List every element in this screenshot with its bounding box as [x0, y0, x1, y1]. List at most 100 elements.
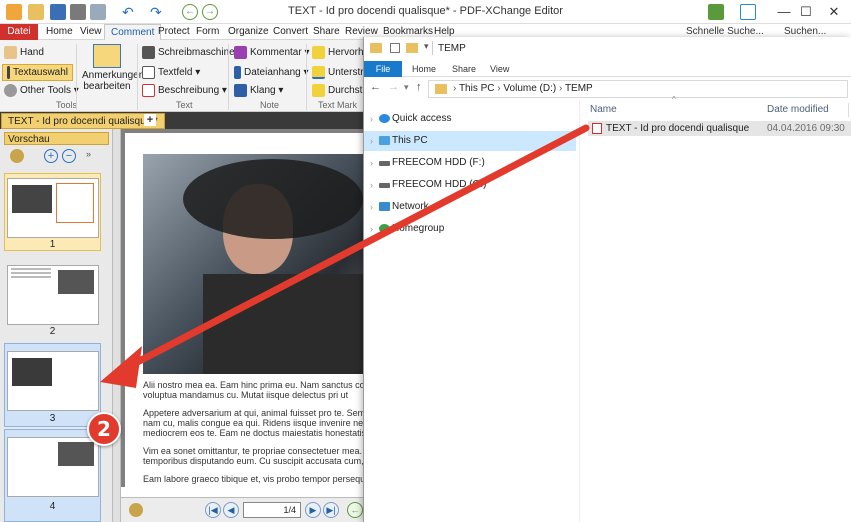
forward-arrow-icon[interactable]: →	[388, 81, 399, 93]
page-number-field[interactable]: 1/4	[243, 502, 301, 518]
highlight-icon	[312, 46, 325, 59]
status-settings-icon[interactable]	[129, 503, 143, 517]
new-folder-icon[interactable]	[406, 43, 418, 53]
thumbnail-image	[12, 358, 52, 386]
nav-homegroup[interactable]: › Homegroup	[364, 219, 576, 239]
edit-annotations-button[interactable]: Anmerkungen bearbeiten	[82, 44, 144, 92]
typewriter-icon	[142, 46, 155, 59]
menu-datei[interactable]: Datei	[0, 24, 38, 40]
breadcrumb-temp[interactable]: TEMP	[565, 83, 593, 94]
history-back-icon[interactable]: ←	[347, 502, 363, 518]
back-arrow-icon[interactable]: ←	[370, 81, 381, 93]
thumbnail-page-3[interactable]	[7, 351, 99, 411]
page-text-line: Alii nostro mea ea. Eam hinc prima eu. N…	[143, 380, 368, 390]
nav-this-pc[interactable]: › This PC	[364, 131, 576, 151]
speaker-icon	[234, 84, 247, 97]
page-photo	[143, 154, 363, 374]
explorer-title: TEMP	[438, 43, 466, 54]
thumbnail-page-4[interactable]	[7, 437, 99, 497]
new-tab-button[interactable]: +	[144, 114, 156, 126]
page-number-2: 2	[49, 326, 56, 337]
properties-icon[interactable]	[390, 43, 400, 53]
thumbnail-panel: Vorschau + − » 1 2 3 4	[0, 129, 113, 522]
computer-icon	[379, 136, 390, 145]
page-text-line: temporibus disputando eum. Cu suscipit a…	[143, 456, 368, 466]
file-name: TEXT - Id pro docendi qualisque	[606, 123, 750, 134]
nav-freecom-g[interactable]: › FREECOM HDD (G:)	[364, 175, 576, 195]
highlight-tool[interactable]: Hervorhe	[312, 46, 369, 59]
up-arrow-icon[interactable]: ↑	[416, 81, 422, 93]
panel-splitter[interactable]	[113, 129, 121, 522]
network-icon	[379, 202, 390, 211]
breadcrumb-volume-d[interactable]: Volume (D:)	[503, 83, 556, 94]
pdf-page[interactable]: Alii nostro mea ea. Eam hinc prima eu. N…	[125, 133, 368, 489]
quick-access-toolbar-dropdown[interactable]: ▾	[424, 41, 429, 52]
thumbnail-page-2[interactable]	[7, 265, 99, 325]
next-page-icon[interactable]: ▶	[305, 502, 321, 518]
explorer-tab-file[interactable]: File	[364, 61, 402, 77]
pdf-file-icon	[592, 123, 602, 134]
nav-network[interactable]: › Network	[364, 197, 576, 217]
thumbnail-image	[58, 270, 94, 294]
annotations-icon	[93, 44, 121, 68]
explorer-title-bar: ▾ TEMP	[364, 37, 851, 61]
first-page-icon[interactable]: |◀	[205, 502, 221, 518]
recent-locations-icon[interactable]: ▾	[404, 82, 409, 93]
group-label-text: Text	[176, 100, 193, 110]
collapse-icon[interactable]: »	[86, 149, 91, 159]
textbox-tool[interactable]: Textfeld ▾	[142, 66, 200, 79]
comment-tool[interactable]: Kommentar ▾	[234, 46, 310, 59]
last-page-icon[interactable]: ▶|	[323, 502, 339, 518]
group-label-tools: Tools	[56, 100, 78, 110]
zoom-in-icon[interactable]: +	[44, 149, 58, 163]
thumbnail-settings-icon[interactable]	[10, 149, 24, 163]
callout-tool[interactable]: Beschreibung ▾	[142, 84, 227, 97]
page-text-line: mediocrem eos te. Eam ne doctus maiestat…	[143, 428, 368, 438]
nav-freecom-f[interactable]: › FREECOM HDD (F:)	[364, 153, 576, 173]
explorer-window: ▾ TEMP File Home Share View ← → ▾ ↑ › Th…	[363, 37, 851, 522]
underline-tool[interactable]: Unterstre	[312, 66, 369, 79]
thumbnail-image	[58, 442, 94, 466]
status-bar: |◀ ◀ 1/4 ▶ ▶| ←	[121, 497, 363, 522]
column-header-name[interactable]: Name	[590, 104, 617, 115]
sort-indicator-icon: ^	[672, 95, 676, 104]
document-tab[interactable]: TEXT - Id pro docendi qualisque *	[1, 113, 165, 129]
file-date: 04.04.2016 09:30	[767, 123, 845, 134]
strikeout-tool[interactable]: Durchstr	[312, 84, 366, 97]
menu-form[interactable]: Form	[190, 24, 225, 40]
zoom-out-icon[interactable]: −	[62, 149, 76, 163]
page-number-1: 1	[49, 239, 56, 250]
cursor-icon	[7, 66, 10, 79]
close-button[interactable]: ✕	[812, 0, 851, 24]
prev-page-icon[interactable]: ◀	[223, 502, 239, 518]
fullscreen-icon[interactable]	[740, 4, 756, 20]
hand-tool[interactable]: Hand	[4, 46, 44, 59]
breadcrumb-this-pc[interactable]: This PC	[459, 83, 495, 94]
step-number-badge: 2	[87, 412, 121, 446]
underline-icon	[312, 66, 325, 79]
address-bar[interactable]: › This PC › Volume (D:) › TEMP	[428, 80, 848, 98]
page-text-line: Vim ea sonet omittantur, te propriae con…	[143, 446, 368, 456]
thumbnail-page-1[interactable]	[7, 178, 99, 238]
file-row[interactable]: TEXT - Id pro docendi qualisque 04.04.20…	[588, 121, 851, 136]
explorer-tab-share[interactable]: Share	[444, 61, 484, 77]
text-select-tool[interactable]: Textauswahl	[2, 64, 74, 81]
navigation-pane: › Quick access › This PC › FREECOM HDD (F:)…	[364, 101, 580, 522]
file-list: ^ Name Date modified TEXT - Id pro docen…	[584, 95, 851, 522]
menu-view[interactable]: View	[74, 24, 108, 40]
sound-tool[interactable]: Klang ▾	[234, 84, 283, 97]
explorer-tab-home[interactable]: Home	[404, 61, 444, 77]
nav-quick-access[interactable]: › Quick access	[364, 109, 576, 129]
settings-icon[interactable]	[708, 4, 724, 20]
menu-home[interactable]: Home	[40, 24, 79, 40]
attachment-tool[interactable]: Dateianhang ▾	[234, 66, 309, 79]
column-header-date[interactable]: Date modified	[767, 104, 829, 115]
page-number-4: 4	[49, 501, 56, 512]
tools-icon	[4, 84, 17, 97]
callout-icon	[142, 84, 155, 97]
title-bar: ↶ ↷ ← → TEXT - Id pro docendi qualisque*…	[0, 0, 851, 24]
address-toolbar: ← → ▾ ↑ › This PC › Volume (D:) › TEMP	[364, 77, 851, 101]
other-tools-dropdown[interactable]: Other Tools ▾	[4, 84, 79, 97]
page-text-line: Eam labore graeco tibique et, vis probo …	[143, 474, 368, 484]
explorer-tab-view[interactable]: View	[482, 61, 517, 77]
